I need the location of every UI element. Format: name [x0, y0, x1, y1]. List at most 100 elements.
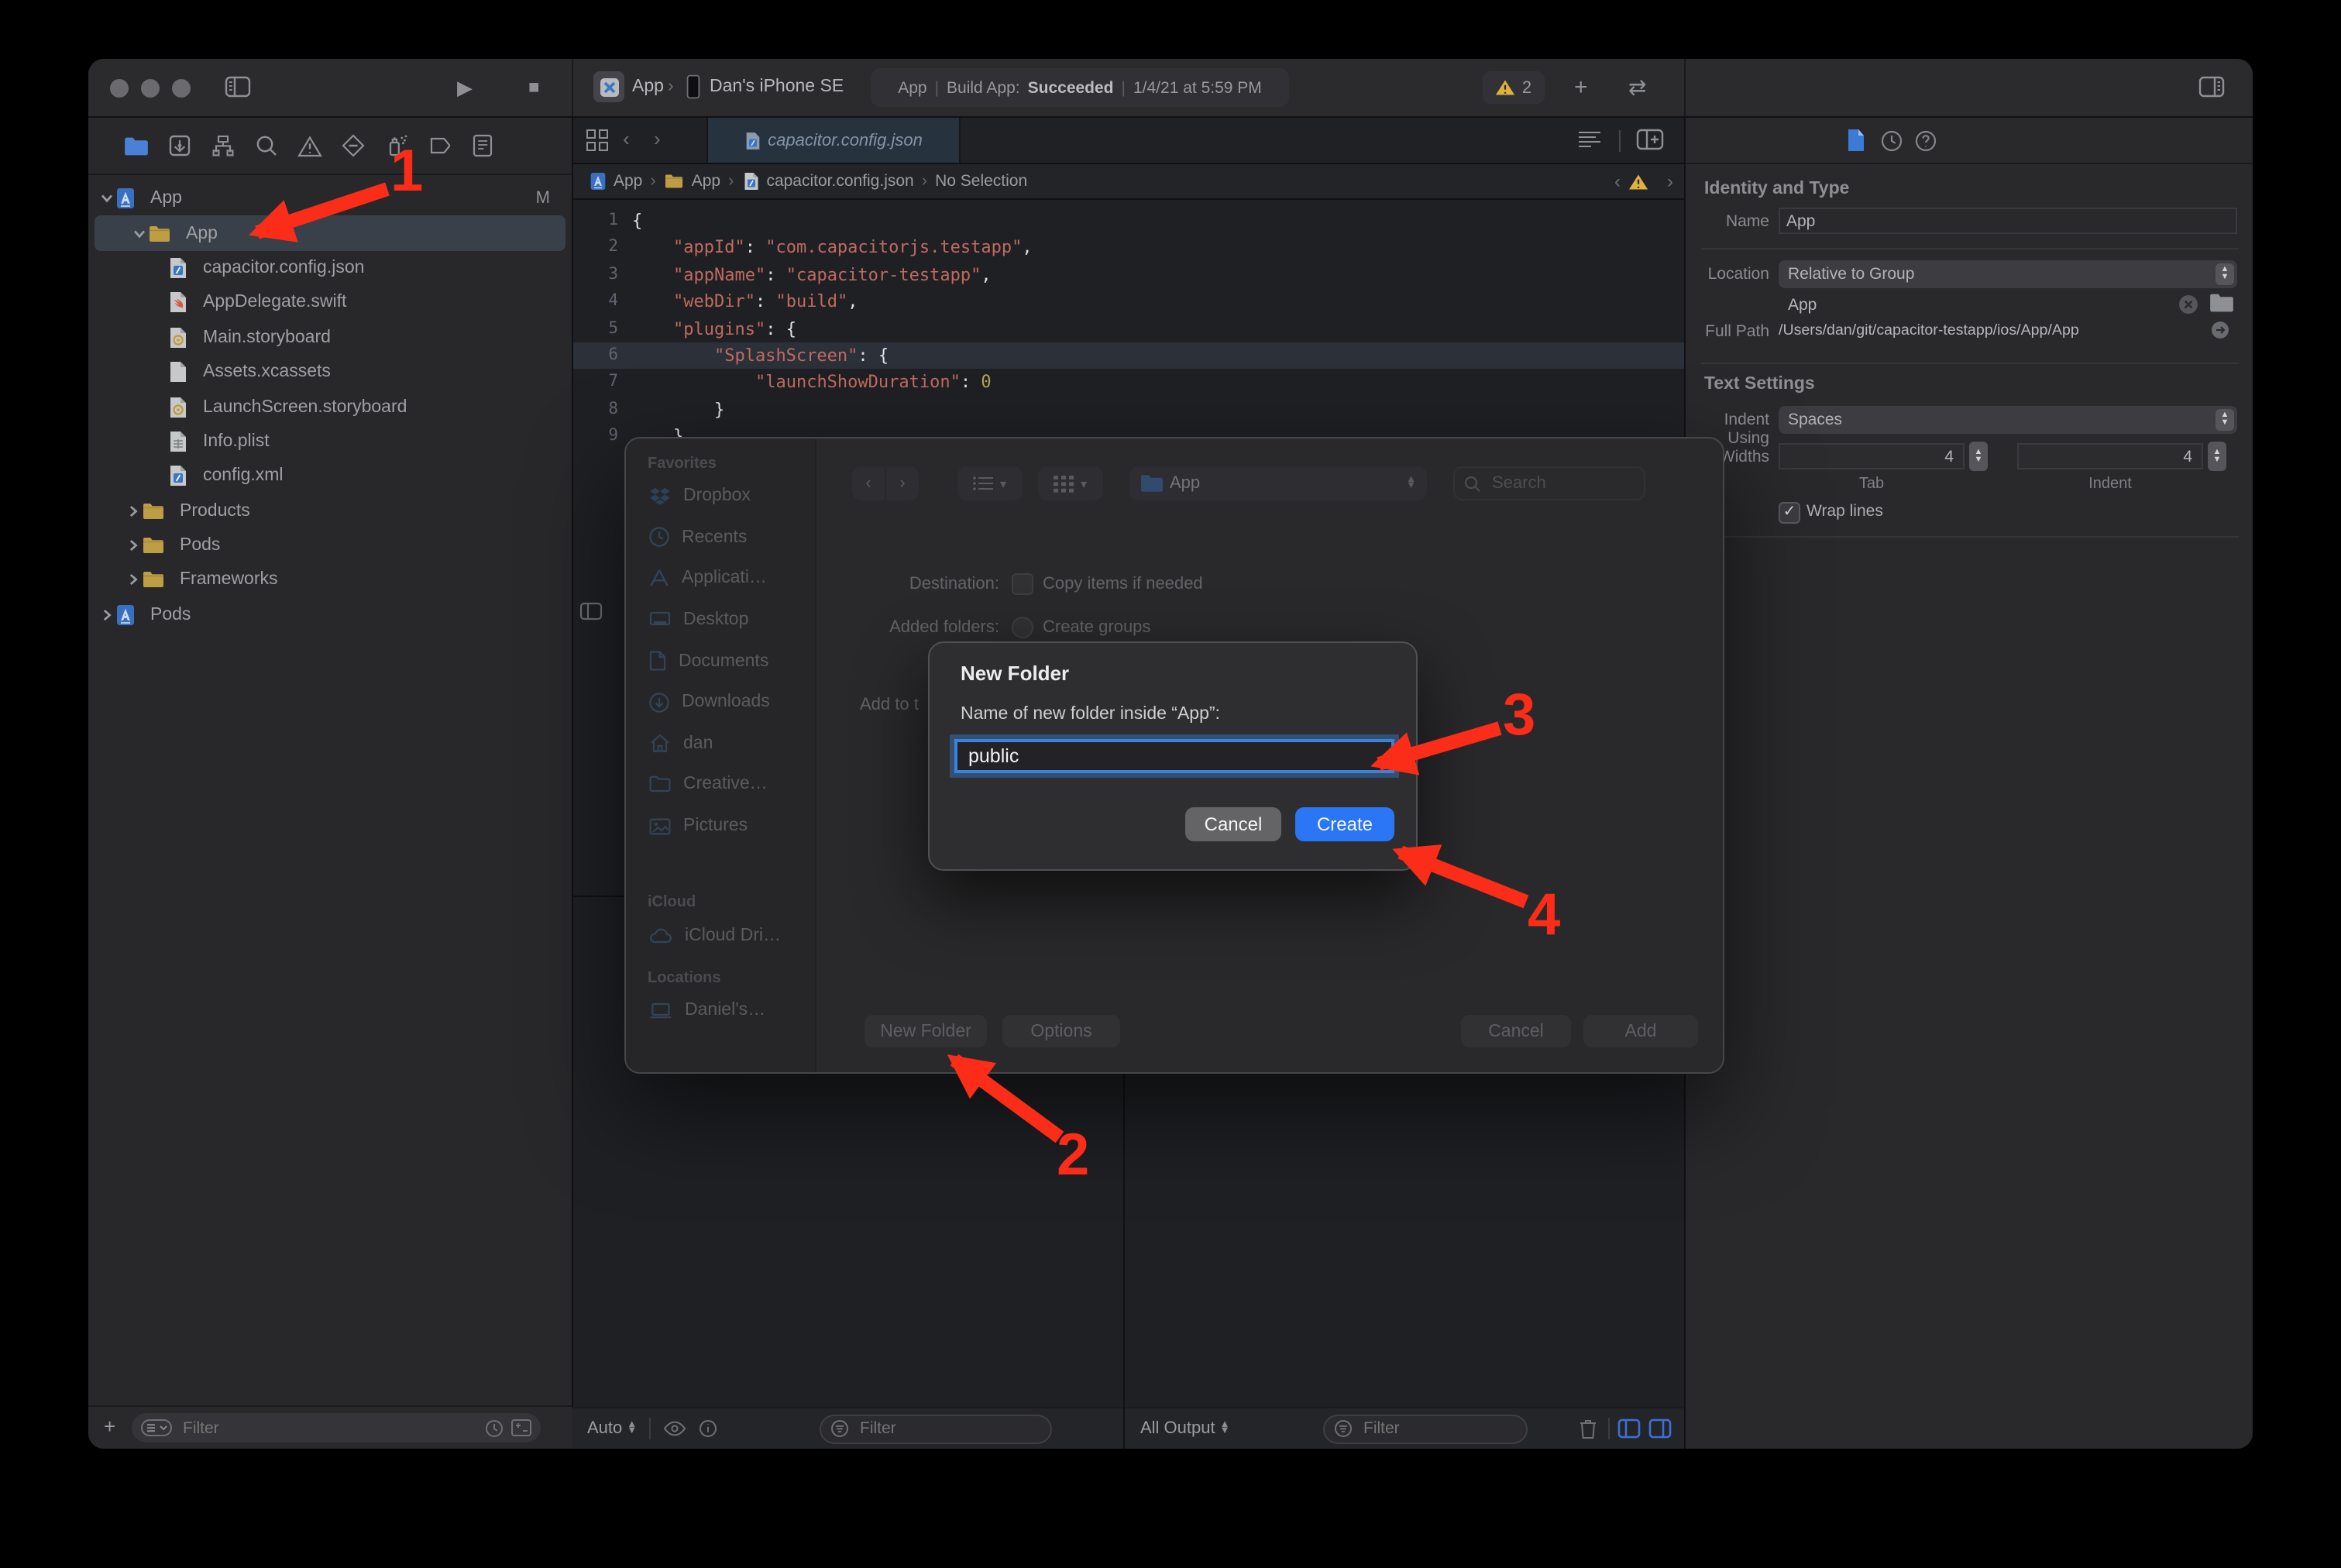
navigator-tab-symbols[interactable] — [209, 132, 235, 159]
sheet-cancel-button[interactable]: Cancel — [1185, 807, 1281, 841]
tree-row-frameworks[interactable]: Frameworks — [88, 563, 572, 598]
navigator-filter-input[interactable] — [180, 1417, 477, 1439]
tree-row-pods[interactable]: Pods — [88, 528, 572, 563]
editor-mode-grid-icon[interactable] — [586, 129, 609, 160]
code-line-5[interactable]: 5 "plugins": { — [573, 315, 1686, 342]
indent-width-field[interactable]: 4 — [2017, 443, 2203, 469]
previous-issue-icon[interactable]: ‹ — [1614, 170, 1621, 192]
variables-filter-input[interactable] — [857, 1418, 1041, 1439]
tree-row-pods[interactable]: Pods — [88, 597, 572, 632]
tree-row-products[interactable]: Products — [88, 493, 572, 528]
dialog-forward-button[interactable]: › — [886, 466, 919, 500]
icon-view-button[interactable]: ▾ — [1038, 466, 1103, 500]
dialog-cancel-button[interactable]: Cancel — [1461, 1015, 1571, 1047]
chevron-right-icon[interactable] — [124, 503, 143, 518]
info-icon[interactable] — [699, 1419, 717, 1438]
chevron-right-icon[interactable] — [124, 538, 143, 553]
tree-row-assets-xcassets[interactable]: Assets.xcassets — [88, 355, 572, 390]
add-editor-split-icon[interactable] — [1636, 127, 1664, 160]
folder-name-field[interactable] — [954, 739, 1394, 773]
indent-width-stepper[interactable]: ▲▼ — [2208, 442, 2226, 471]
sidebar-item-daniel-s-[interactable]: Daniel's… — [626, 990, 815, 1031]
code-line-7[interactable]: 7 "launchShowDuration": 0 — [573, 370, 1686, 397]
sidebar-item-dan[interactable]: dan — [626, 723, 815, 764]
navigator-tab-issues[interactable] — [296, 132, 322, 159]
dialog-search-field[interactable] — [1453, 466, 1645, 500]
breadcrumb-item[interactable]: App — [664, 172, 720, 191]
library-plus-icon[interactable]: + — [1574, 59, 1588, 116]
code-line-3[interactable]: 3 "appName": "capacitor-testapp", — [573, 262, 1686, 289]
chevron-down-icon[interactable] — [130, 225, 149, 241]
run-button[interactable]: ▶ — [457, 59, 473, 116]
close-window-button[interactable] — [110, 79, 129, 98]
zoom-window-button[interactable] — [172, 79, 191, 98]
name-field[interactable]: App — [1779, 208, 2237, 234]
tree-row-config-xml[interactable]: config.xml — [88, 459, 572, 493]
folder-name-input[interactable] — [957, 742, 1402, 770]
open-path-arrow-icon[interactable] — [2211, 321, 2229, 339]
sidebar-item-recents[interactable]: Recents — [626, 517, 815, 558]
breadcrumb-item[interactable]: App — [589, 170, 642, 192]
new-folder-button[interactable]: New Folder — [865, 1015, 987, 1047]
editor-back-icon[interactable]: ‹ — [623, 127, 630, 150]
create-groups-radio[interactable] — [1012, 617, 1033, 638]
code-line-1[interactable]: 1{ — [573, 208, 1686, 235]
sidebar-item-pictures[interactable]: Pictures — [626, 806, 815, 847]
navigator-tab-breakpoints[interactable] — [426, 132, 452, 159]
chevron-right-icon[interactable] — [124, 573, 143, 588]
tab-width-field[interactable]: 4 — [1779, 443, 1965, 469]
next-issue-icon[interactable]: › — [1667, 170, 1673, 192]
breadcrumb-item[interactable]: capacitor.config.json — [741, 170, 913, 192]
run-destination[interactable]: Dan's iPhone SE — [710, 59, 844, 116]
tree-row-launchscreen-storyboard[interactable]: LaunchScreen.storyboard — [88, 390, 572, 425]
stop-button[interactable]: ■ — [528, 59, 540, 116]
adjust-editor-icon[interactable] — [1577, 129, 1602, 158]
dialog-add-button[interactable]: Add — [1583, 1015, 1698, 1047]
breadcrumb-item[interactable]: No Selection — [935, 172, 1027, 191]
recent-files-clock-icon[interactable] — [485, 1418, 504, 1437]
navigator-tab-project[interactable] — [122, 132, 149, 159]
help-inspector-tab-icon[interactable] — [1915, 130, 1937, 160]
minimize-window-button[interactable] — [141, 79, 160, 98]
sidebar-item-creative-[interactable]: Creative… — [626, 764, 815, 805]
warning-count-badge[interactable]: 2 — [1483, 71, 1545, 104]
editor-side-button-icon[interactable] — [579, 601, 603, 629]
toggle-navigator-icon[interactable] — [225, 74, 251, 107]
navigator-tab-find[interactable] — [253, 132, 279, 159]
dialog-search-input[interactable] — [1489, 473, 1635, 494]
tree-row-app[interactable]: App — [95, 216, 565, 251]
toggle-variables-view-icon[interactable] — [1617, 1418, 1641, 1439]
code-line-2[interactable]: 2 "appId": "com.capacitorjs.testapp", — [573, 235, 1686, 262]
code-line-6[interactable]: 6 "SplashScreen": { — [573, 342, 1686, 370]
tree-row-app[interactable]: AppM — [88, 181, 572, 216]
code-line-8[interactable]: 8 } — [573, 396, 1686, 423]
navigator-tab-reports[interactable] — [469, 132, 496, 159]
console-filter-field[interactable] — [1323, 1414, 1528, 1443]
copy-items-checkbox[interactable] — [1012, 573, 1033, 595]
indent-using-dropdown[interactable]: Spaces ▲▼ — [1779, 406, 2237, 434]
navigator-tab-source-control[interactable] — [166, 132, 192, 159]
tree-row-appdelegate-swift[interactable]: AppDelegate.swift — [88, 285, 572, 320]
chevron-down-icon[interactable] — [98, 191, 116, 206]
variables-scope-select[interactable]: Auto — [587, 1419, 622, 1438]
forward-back-arrows-icon[interactable]: ⇄ — [1628, 59, 1646, 116]
wrap-lines-checkbox[interactable]: ✓ — [1779, 502, 1800, 524]
issue-warning-icon[interactable] — [1628, 173, 1648, 190]
sidebar-item-downloads[interactable]: Downloads — [626, 682, 815, 723]
editor-tab[interactable]: capacitor.config.json — [706, 118, 961, 163]
sidebar-item-dropbox[interactable]: Dropbox — [626, 476, 815, 517]
location-dropdown[interactable]: Relative to Group ▲▼ — [1779, 260, 2237, 288]
tree-row-capacitor-config-json[interactable]: capacitor.config.json — [88, 251, 572, 286]
list-view-button[interactable]: ▾ — [957, 466, 1023, 500]
file-inspector-tab-icon[interactable] — [1847, 129, 1865, 160]
dialog-back-button[interactable]: ‹ — [852, 466, 885, 500]
sidebar-item-desktop[interactable]: Desktop — [626, 600, 815, 641]
code-line-4[interactable]: 4 "webDir": "build", — [573, 288, 1686, 315]
navigator-tab-tests[interactable] — [339, 132, 366, 159]
toggle-inspector-icon[interactable] — [2198, 74, 2225, 107]
sheet-create-button[interactable]: Create — [1295, 807, 1394, 841]
filter-scope-icon[interactable] — [141, 1419, 172, 1436]
folder-select[interactable]: App ▲▼ — [1129, 466, 1427, 500]
choose-folder-icon[interactable] — [2209, 293, 2234, 313]
tree-row-info-plist[interactable]: Info.plist — [88, 424, 572, 459]
